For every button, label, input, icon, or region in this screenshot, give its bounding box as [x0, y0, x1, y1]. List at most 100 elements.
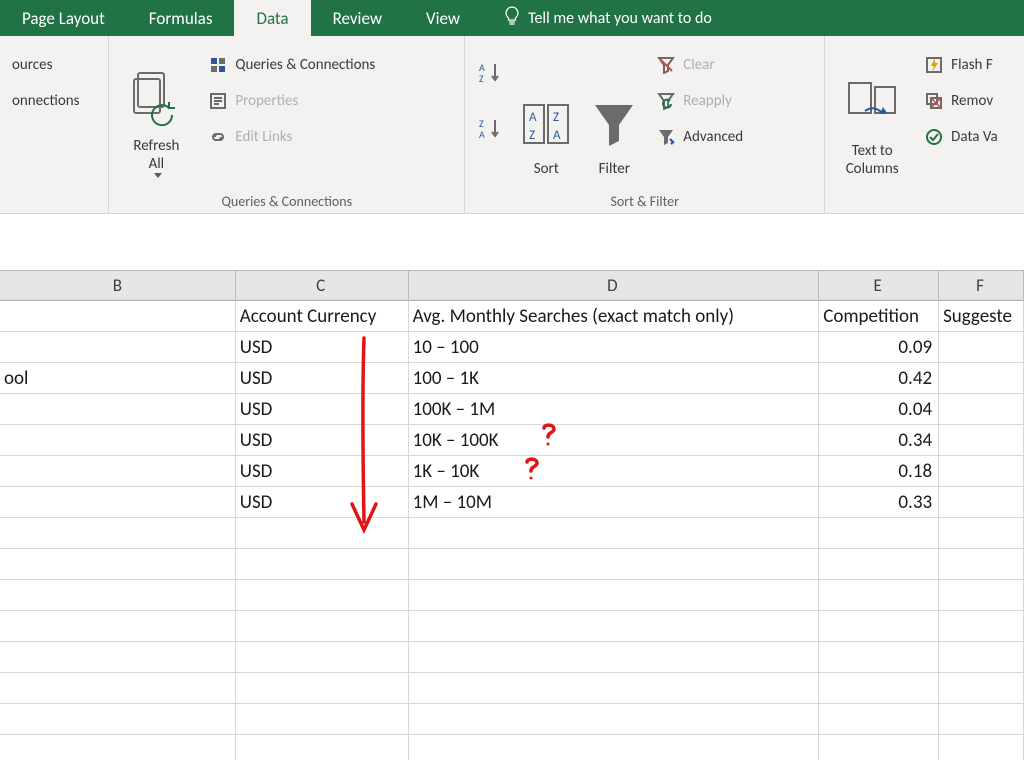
cell[interactable]	[409, 642, 820, 673]
cell[interactable]	[939, 363, 1024, 394]
cell[interactable]: USD	[236, 456, 409, 487]
cell[interactable]: 0.42	[819, 363, 939, 394]
cell[interactable]	[819, 580, 939, 611]
cell[interactable]	[0, 580, 236, 611]
cell[interactable]	[819, 735, 939, 760]
cell[interactable]	[939, 642, 1024, 673]
cell[interactable]	[0, 456, 236, 487]
cell[interactable]: 0.04	[819, 394, 939, 425]
cell[interactable]	[0, 518, 236, 549]
tell-me-search[interactable]: Tell me what you want to do	[482, 0, 734, 36]
cell[interactable]	[939, 611, 1024, 642]
cell[interactable]	[819, 673, 939, 704]
sort-ascending-button[interactable]: AZ	[473, 56, 507, 90]
cell[interactable]	[0, 332, 236, 363]
cell[interactable]: Suggeste	[939, 301, 1024, 332]
cell[interactable]	[409, 518, 820, 549]
cell[interactable]	[0, 301, 236, 332]
cell[interactable]	[939, 425, 1024, 456]
cell[interactable]	[939, 735, 1024, 760]
cell[interactable]: 0.18	[819, 456, 939, 487]
col-header-E[interactable]: E	[819, 271, 939, 300]
cell[interactable]	[939, 704, 1024, 735]
queries-connections-button[interactable]: Queries & Connections	[205, 52, 379, 78]
cell[interactable]	[819, 549, 939, 580]
col-header-B[interactable]: B	[0, 271, 236, 300]
cell[interactable]	[819, 518, 939, 549]
cell[interactable]	[236, 549, 409, 580]
cell[interactable]	[0, 549, 236, 580]
cell[interactable]	[236, 518, 409, 549]
refresh-all-button[interactable]: Refresh All	[117, 42, 195, 182]
data-validation-button[interactable]: Data Va	[921, 124, 1002, 150]
cell[interactable]	[236, 673, 409, 704]
advanced-filter-button[interactable]: Advanced	[653, 124, 747, 150]
filter-button[interactable]: Filter	[585, 42, 643, 182]
cell[interactable]: USD	[236, 394, 409, 425]
cell[interactable]	[236, 642, 409, 673]
cell[interactable]	[0, 487, 236, 518]
spreadsheet[interactable]: B C D E F Account Currency Avg. Monthly …	[0, 270, 1024, 760]
cell[interactable]: USD	[236, 425, 409, 456]
remove-duplicates-button[interactable]: Remov	[921, 88, 1002, 114]
edit-links-button[interactable]: Edit Links	[205, 124, 379, 150]
cell[interactable]	[0, 425, 236, 456]
sort-button[interactable]: AZ ZA Sort	[517, 42, 575, 182]
col-header-D[interactable]: D	[409, 271, 820, 300]
cell[interactable]: Account Currency	[236, 301, 409, 332]
text-to-columns-button[interactable]: Text to Columns	[833, 42, 911, 182]
tab-formulas[interactable]: Formulas	[127, 0, 235, 36]
cell[interactable]	[0, 704, 236, 735]
cell[interactable]	[0, 642, 236, 673]
cell[interactable]	[819, 704, 939, 735]
cell[interactable]	[939, 332, 1024, 363]
properties-button[interactable]: Properties	[205, 88, 379, 114]
cell[interactable]	[939, 673, 1024, 704]
cell[interactable]: 0.09	[819, 332, 939, 363]
cell[interactable]: 1K – 10K	[409, 456, 820, 487]
cell[interactable]	[939, 580, 1024, 611]
cell[interactable]: 0.34	[819, 425, 939, 456]
cell[interactable]	[939, 487, 1024, 518]
cell[interactable]	[819, 611, 939, 642]
existing-connections-button[interactable]: onnections	[8, 88, 84, 114]
cell[interactable]	[409, 580, 820, 611]
cell[interactable]	[236, 611, 409, 642]
cell[interactable]: 100K – 1M	[409, 394, 820, 425]
reapply-filter-button[interactable]: Reapply	[653, 88, 747, 114]
tab-view[interactable]: View	[404, 0, 482, 36]
cell[interactable]	[409, 549, 820, 580]
cell[interactable]: USD	[236, 332, 409, 363]
cell[interactable]: 10K – 100K	[409, 425, 820, 456]
cell[interactable]: Competition	[819, 301, 939, 332]
cell[interactable]: 0.33	[819, 487, 939, 518]
cell[interactable]: 10 – 100	[409, 332, 820, 363]
cell[interactable]: USD	[236, 363, 409, 394]
cell[interactable]	[236, 704, 409, 735]
cell[interactable]	[939, 549, 1024, 580]
cell[interactable]	[0, 673, 236, 704]
cell[interactable]	[0, 735, 236, 760]
col-header-C[interactable]: C	[236, 271, 409, 300]
flash-fill-button[interactable]: Flash F	[921, 52, 1002, 78]
cell[interactable]	[939, 456, 1024, 487]
col-header-F[interactable]: F	[939, 271, 1024, 300]
tab-page-layout[interactable]: Page Layout	[0, 0, 127, 36]
existing-sources-button[interactable]: ources	[8, 52, 84, 78]
sort-descending-button[interactable]: ZA	[473, 112, 507, 146]
tab-data[interactable]: Data	[234, 0, 310, 36]
tab-review[interactable]: Review	[311, 0, 404, 36]
cell[interactable]	[409, 611, 820, 642]
cell[interactable]	[236, 735, 409, 760]
clear-filter-button[interactable]: Clear	[653, 52, 747, 78]
cell[interactable]	[939, 394, 1024, 425]
cell[interactable]: USD	[236, 487, 409, 518]
cell[interactable]	[819, 642, 939, 673]
cell[interactable]	[409, 673, 820, 704]
cell[interactable]: Avg. Monthly Searches (exact match only)	[409, 301, 820, 332]
cell[interactable]: 1M – 10M	[409, 487, 820, 518]
cell[interactable]	[409, 704, 820, 735]
cell[interactable]: ool	[0, 363, 236, 394]
cell[interactable]	[236, 580, 409, 611]
cell[interactable]	[939, 518, 1024, 549]
